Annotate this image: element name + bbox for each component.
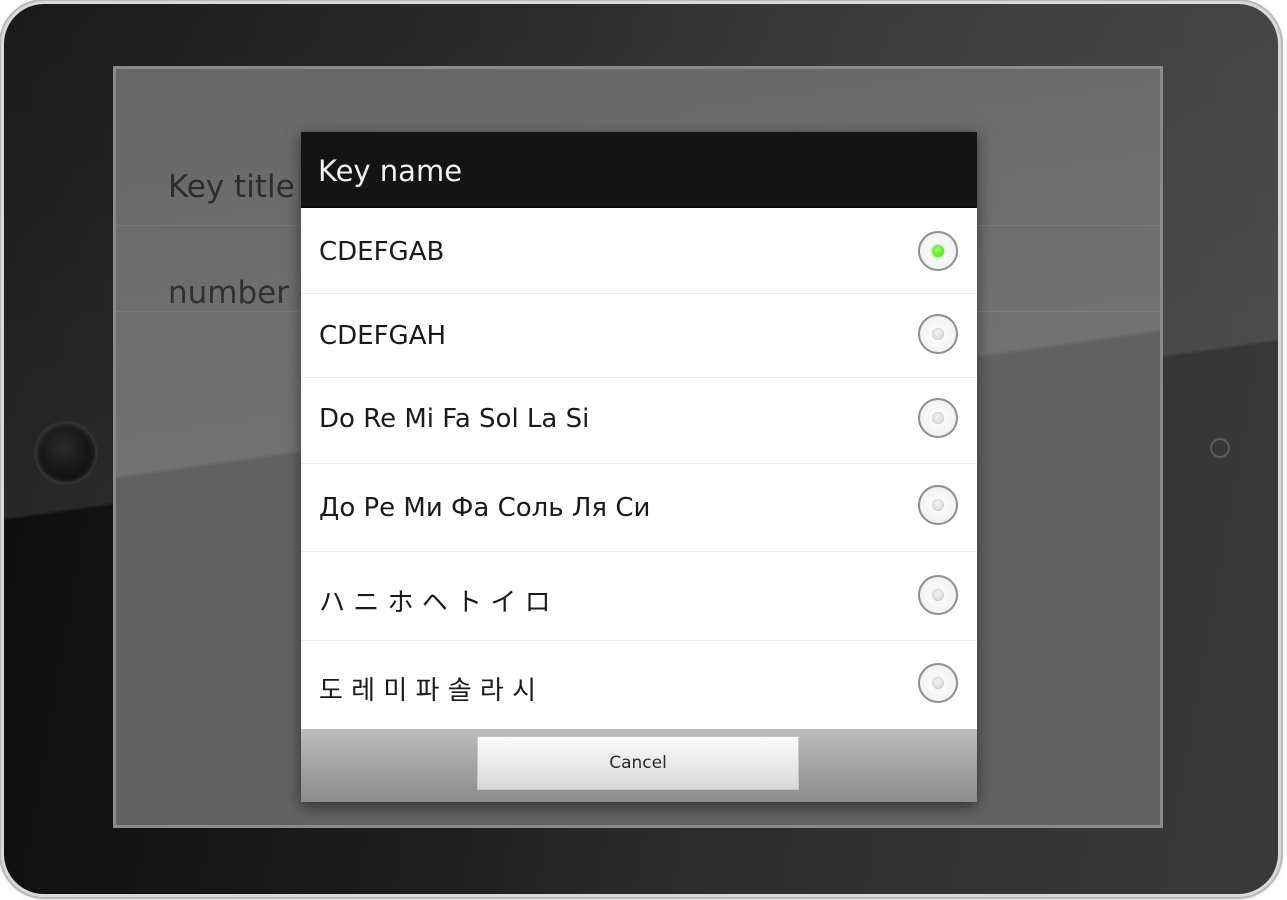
- camera-icon: [1210, 438, 1230, 458]
- radio-unchecked-icon[interactable]: [918, 398, 958, 438]
- radio-checked-icon[interactable]: [918, 231, 958, 271]
- option-japanese[interactable]: ハ ニ ホ ヘ ト イ ロ: [301, 552, 977, 641]
- dialog-title-bar: Key name: [301, 132, 977, 208]
- option-solfege-latin[interactable]: Do Re Mi Fa Sol La Si: [301, 378, 977, 464]
- option-korean[interactable]: 도 레 미 파 솔 라 시: [301, 641, 977, 729]
- dialog-footer: Cancel: [301, 729, 977, 802]
- option-label: 도 레 미 파 솔 라 시: [319, 676, 537, 706]
- key-name-dialog: Key name CDEFGAB CDEFGAH Do Re Mi Fa Sol…: [301, 132, 977, 802]
- dialog-title: Key name: [318, 154, 463, 188]
- radio-unchecked-icon[interactable]: [918, 485, 958, 525]
- home-button[interactable]: [37, 424, 95, 482]
- option-label: ハ ニ ホ ヘ ト イ ロ: [319, 588, 551, 618]
- pref-number-label: number o: [168, 275, 318, 311]
- radio-unchecked-icon[interactable]: [918, 314, 958, 354]
- option-cdefgab[interactable]: CDEFGAB: [301, 208, 977, 294]
- option-label: CDEFGAB: [319, 237, 445, 267]
- option-cdefgah[interactable]: CDEFGAH: [301, 294, 977, 378]
- option-label: Do Re Mi Fa Sol La Si: [319, 404, 590, 434]
- option-label: CDEFGAH: [319, 321, 447, 351]
- radio-unchecked-icon[interactable]: [918, 663, 958, 703]
- cancel-button[interactable]: Cancel: [477, 736, 799, 790]
- radio-unchecked-icon[interactable]: [918, 575, 958, 615]
- option-label: До Ре Ми Фа Соль Ля Си: [319, 493, 651, 523]
- pref-key-title-label: Key title: [168, 169, 295, 205]
- option-solfege-cyrillic[interactable]: До Ре Ми Фа Соль Ля Си: [301, 464, 977, 552]
